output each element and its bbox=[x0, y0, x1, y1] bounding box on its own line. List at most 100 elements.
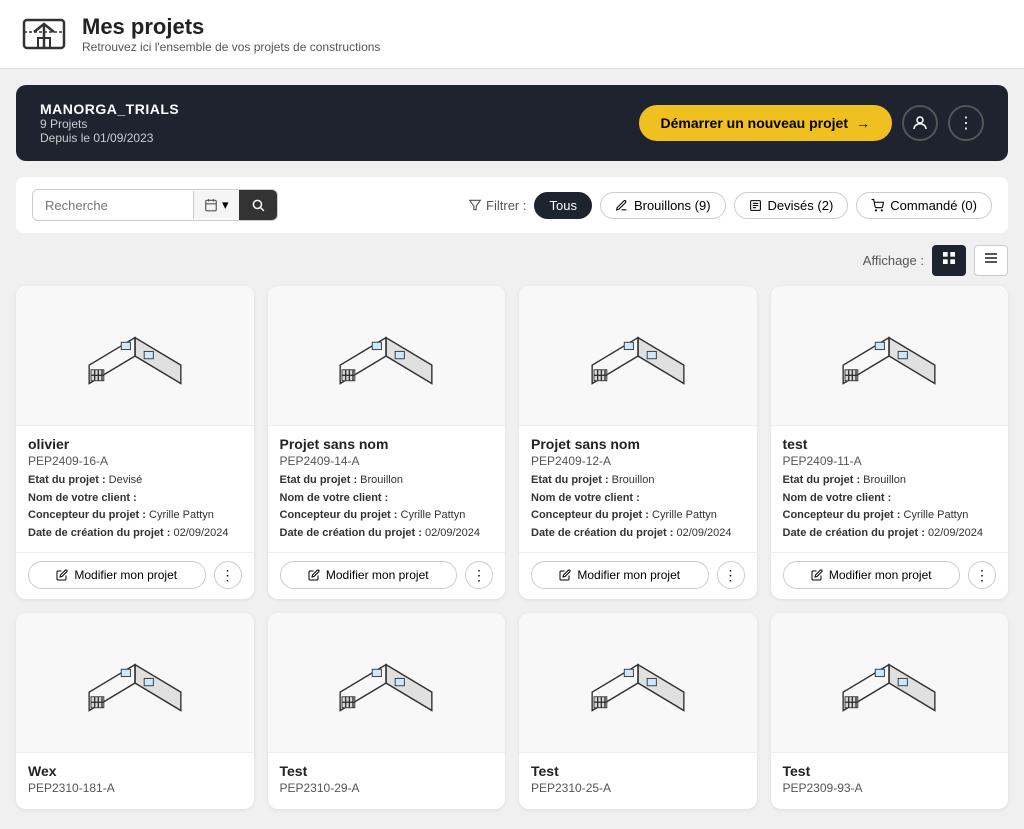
projects-grid: olivier PEP2409-16-A Etat du projet : De… bbox=[16, 286, 1008, 829]
project-card: Projet sans nom PEP2409-14-A Etat du pro… bbox=[268, 286, 506, 599]
ellipsis-icon: ⋮ bbox=[958, 113, 974, 133]
card-project-ref: PEP2409-12-A bbox=[531, 454, 745, 468]
arrow-icon: → bbox=[856, 115, 870, 131]
grid-view-button[interactable] bbox=[932, 245, 966, 276]
card-project-name: Wex bbox=[28, 763, 242, 779]
card-detail: Etat du projet : Devisé Nom de votre cli… bbox=[28, 472, 242, 542]
calendar-button[interactable]: ▾ bbox=[193, 191, 239, 219]
edit-icon bbox=[559, 569, 571, 581]
edit-label: Modifier mon projet bbox=[74, 568, 177, 582]
card-image bbox=[771, 613, 1009, 753]
filter-tous-button[interactable]: Tous bbox=[534, 192, 591, 219]
card-project-ref: PEP2310-25-A bbox=[531, 781, 745, 795]
card-image bbox=[16, 286, 254, 426]
edit-project-button[interactable]: Modifier mon projet bbox=[531, 561, 709, 589]
card-actions: Modifier mon projet ⋮ bbox=[519, 552, 757, 599]
search-input[interactable] bbox=[33, 191, 193, 220]
edit-label: Modifier mon projet bbox=[326, 568, 429, 582]
list-icon bbox=[983, 250, 999, 266]
more-options-button[interactable]: ⋮ bbox=[948, 105, 984, 141]
card-image bbox=[268, 286, 506, 426]
edit-icon bbox=[811, 569, 823, 581]
more-icon: ⋮ bbox=[221, 567, 235, 584]
card-project-name: Projet sans nom bbox=[531, 436, 745, 452]
card-project-name: olivier bbox=[28, 436, 242, 452]
card-body: Test PEP2310-25-A bbox=[519, 753, 757, 809]
edit-project-button[interactable]: Modifier mon projet bbox=[28, 561, 206, 589]
toolbar: ▾ Filtrer : Tous Brouillons (9) Devisés … bbox=[16, 177, 1008, 233]
cart-icon bbox=[871, 199, 884, 212]
card-project-name: Test bbox=[531, 763, 745, 779]
card-project-ref: PEP2310-29-A bbox=[280, 781, 494, 795]
card-image bbox=[519, 286, 757, 426]
filter-devises-label: Devisés (2) bbox=[768, 198, 834, 213]
filter-devises-button[interactable]: Devisés (2) bbox=[734, 192, 849, 219]
filter-commande-button[interactable]: Commandé (0) bbox=[856, 192, 992, 219]
project-card: Test PEP2310-25-A bbox=[519, 613, 757, 809]
more-icon: ⋮ bbox=[975, 567, 989, 584]
calendar-icon bbox=[204, 198, 218, 212]
header-title-block: Mes projets Retrouvez ici l'ensemble de … bbox=[82, 14, 380, 54]
filter-section: Filtrer : Tous Brouillons (9) Devisés (2… bbox=[468, 192, 992, 219]
project-card: Projet sans nom PEP2409-12-A Etat du pro… bbox=[519, 286, 757, 599]
card-image bbox=[268, 613, 506, 753]
edit-project-button[interactable]: Modifier mon projet bbox=[280, 561, 458, 589]
card-detail: Etat du projet : Brouillon Nom de votre … bbox=[280, 472, 494, 542]
card-project-name: test bbox=[783, 436, 997, 452]
user-icon-button[interactable] bbox=[902, 105, 938, 141]
card-detail: Etat du projet : Brouillon Nom de votre … bbox=[531, 472, 745, 542]
org-name: MANORGA_TRIALS bbox=[40, 101, 179, 117]
card-project-name: Test bbox=[280, 763, 494, 779]
project-card: Test PEP2310-29-A bbox=[268, 613, 506, 809]
list-view-button[interactable] bbox=[974, 245, 1008, 276]
card-image bbox=[519, 613, 757, 753]
card-image bbox=[16, 613, 254, 753]
filter-label: Filtrer : bbox=[468, 198, 526, 213]
card-more-button[interactable]: ⋮ bbox=[717, 561, 745, 589]
banner-right: Démarrer un nouveau projet → ⋮ bbox=[639, 105, 985, 141]
grid-icon bbox=[941, 250, 957, 266]
filter-brouillons-label: Brouillons (9) bbox=[634, 198, 711, 213]
new-project-button[interactable]: Démarrer un nouveau projet → bbox=[639, 105, 893, 141]
card-project-name: Projet sans nom bbox=[280, 436, 494, 452]
card-project-ref: PEP2409-11-A bbox=[783, 454, 997, 468]
edit-icon bbox=[308, 569, 320, 581]
projects-count: 9 Projets bbox=[40, 117, 179, 131]
new-project-label: Démarrer un nouveau projet bbox=[661, 115, 849, 131]
edit-project-button[interactable]: Modifier mon projet bbox=[783, 561, 961, 589]
user-icon bbox=[911, 114, 929, 132]
edit-label: Modifier mon projet bbox=[829, 568, 932, 582]
project-card: Test PEP2309-93-A bbox=[771, 613, 1009, 809]
card-project-ref: PEP2409-14-A bbox=[280, 454, 494, 468]
edit-label: Modifier mon projet bbox=[577, 568, 680, 582]
filter-icon bbox=[468, 198, 482, 212]
since-date: Depuis le 01/09/2023 bbox=[40, 131, 179, 145]
card-actions: Modifier mon projet ⋮ bbox=[771, 552, 1009, 599]
view-controls: Affichage : bbox=[16, 245, 1008, 276]
search-button[interactable] bbox=[239, 190, 277, 220]
quote-icon bbox=[749, 199, 762, 212]
card-detail: Etat du projet : Brouillon Nom de votre … bbox=[783, 472, 997, 542]
card-body: Projet sans nom PEP2409-14-A Etat du pro… bbox=[268, 426, 506, 552]
project-card: test PEP2409-11-A Etat du projet : Broui… bbox=[771, 286, 1009, 599]
filter-brouillons-button[interactable]: Brouillons (9) bbox=[600, 192, 726, 219]
edit-icon bbox=[56, 569, 68, 581]
banner-info: MANORGA_TRIALS 9 Projets Depuis le 01/09… bbox=[40, 101, 179, 145]
card-body: Test PEP2309-93-A bbox=[771, 753, 1009, 809]
draft-icon bbox=[615, 199, 628, 212]
card-actions: Modifier mon projet ⋮ bbox=[268, 552, 506, 599]
card-body: test PEP2409-11-A Etat du projet : Broui… bbox=[771, 426, 1009, 552]
org-banner: MANORGA_TRIALS 9 Projets Depuis le 01/09… bbox=[16, 85, 1008, 161]
card-more-button[interactable]: ⋮ bbox=[214, 561, 242, 589]
search-wrapper: ▾ bbox=[32, 189, 278, 221]
page-subtitle: Retrouvez ici l'ensemble de vos projets … bbox=[82, 40, 380, 54]
card-body: Projet sans nom PEP2409-12-A Etat du pro… bbox=[519, 426, 757, 552]
card-more-button[interactable]: ⋮ bbox=[465, 561, 493, 589]
card-body: Wex PEP2310-181-A bbox=[16, 753, 254, 809]
filter-commande-label: Commandé (0) bbox=[890, 198, 977, 213]
card-project-name: Test bbox=[783, 763, 997, 779]
page-header: Mes projets Retrouvez ici l'ensemble de … bbox=[0, 0, 1024, 69]
filter-tous-label: Tous bbox=[549, 198, 576, 213]
card-more-button[interactable]: ⋮ bbox=[968, 561, 996, 589]
card-body: olivier PEP2409-16-A Etat du projet : De… bbox=[16, 426, 254, 552]
